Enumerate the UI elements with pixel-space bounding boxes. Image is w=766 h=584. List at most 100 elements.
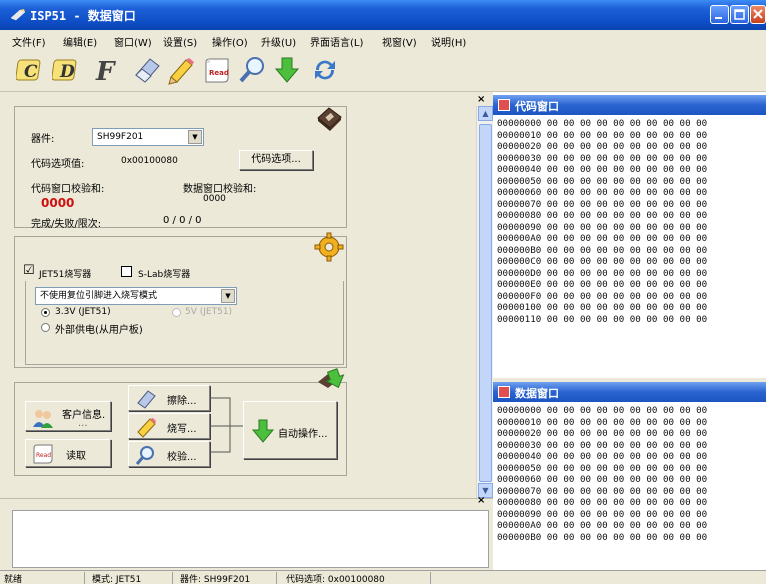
menu-operation[interactable]: 操作(O) [212,34,248,49]
menu-file[interactable]: 文件(F) [12,34,46,49]
svg-text:Read: Read [209,69,229,77]
slab-label: S-Lab烧写器 [138,270,191,280]
hex-row: 00000100 00 00 00 00 00 00 00 00 00 00 [497,302,708,313]
hex-row: 00000080 00 00 00 00 00 00 00 00 00 00 [497,497,708,508]
app-icon [10,9,26,21]
left-scrollbar[interactable]: ▲ ▼ [476,106,493,498]
read-button[interactable]: Read 读取 [25,439,111,467]
hex-row: 00000000 00 00 00 00 00 00 00 00 00 00 [497,118,708,129]
v5-label: 5V (JET51) [185,307,233,317]
eraser-icon[interactable] [132,55,162,85]
slab-checkbox[interactable] [121,266,132,277]
download-icon[interactable] [272,55,302,85]
program-button[interactable]: 烧写... [128,413,210,439]
hex-row: 00000090 00 00 00 00 00 00 00 00 00 00 [497,508,708,520]
hex-row: 000000E0 00 00 00 00 00 00 00 00 00 00 [497,279,708,290]
hex-row: 00000040 00 00 00 00 00 00 00 00 00 00 [497,451,708,462]
status-device: 器件: SH99F201 [180,575,251,584]
verify-icon[interactable] [238,55,268,85]
control-pane: × 器件: SH99F201 ▼ 代码选项值: 0x00100080 代码选项.… [0,92,493,570]
v33-label: 3.3V (JET51) [55,307,111,317]
customer-info-button[interactable]: 客户信息. ... [25,401,111,431]
erase-button[interactable]: 擦除... [128,385,210,411]
status-divider [276,572,277,584]
minimize-icon [715,17,722,19]
mode-select[interactable]: 不使用复位引脚进入烧写模式 ▼ [35,287,237,305]
hex-row: 00000000 00 00 00 00 00 00 00 00 00 00 [497,405,708,416]
jet51-checkbox[interactable]: ☑ [23,264,35,277]
window-icon [498,99,510,111]
hex-row: 00000070 00 00 00 00 00 00 00 00 00 00 [497,198,708,210]
hex-row: 000000D0 00 00 00 00 00 00 00 00 00 00 [497,267,708,279]
window-title: ISP51 - 数据窗口 [30,9,136,23]
c-icon[interactable]: C [16,55,46,85]
close-button[interactable] [750,5,766,24]
code-window: 代码窗口 00000000 00 00 00 00 00 00 00 00 00… [493,95,766,378]
hex-row: 00000050 00 00 00 00 00 00 00 00 00 00 [497,462,708,474]
output-close-icon[interactable]: × [477,495,485,506]
connector-lines [210,397,246,453]
d-icon[interactable]: D [52,55,82,85]
v5-radio[interactable] [172,308,181,317]
output-area[interactable] [12,510,489,568]
verify-icon [135,446,154,465]
ext-power-radio[interactable] [41,323,50,332]
data-hex-view[interactable]: 00000000 00 00 00 00 00 00 00 00 00 00 00… [497,405,707,543]
gear-icon [314,232,344,262]
action-panel: 客户信息. ... Read 读取 擦除... 烧写... 校验... 自动操作… [14,382,347,476]
read-icon[interactable]: Read [202,55,232,85]
hex-row: 00000060 00 00 00 00 00 00 00 00 00 00 [497,187,708,198]
code-options-button[interactable]: 代码选项... [239,150,313,170]
menu-settings[interactable]: 设置(S) [163,34,197,49]
device-label: 器件: [31,134,55,145]
hex-row: 000000B0 00 00 00 00 00 00 00 00 00 00 [497,531,708,543]
pencil-icon [137,418,156,438]
menu-language[interactable]: 界面语言(L) [310,34,363,49]
close-icon [753,9,763,19]
auto-operation-button[interactable]: 自动操作... [243,401,337,459]
maximize-button[interactable] [730,5,749,24]
data-checksum-value: 0000 [203,194,226,204]
code-window-header: 代码窗口 [493,95,766,115]
auto-operation-label: 自动操作... [278,429,328,440]
device-panel: 器件: SH99F201 ▼ 代码选项值: 0x00100080 代码选项...… [14,106,347,230]
menu-help[interactable]: 说明(H) [431,34,466,49]
status-ready: 就绪 [4,575,23,584]
hex-row: 00000050 00 00 00 00 00 00 00 00 00 00 [497,175,708,187]
menu-window[interactable]: 窗口(W) [114,34,152,49]
pane-close-icon[interactable]: × [477,94,485,105]
hex-row: 00000040 00 00 00 00 00 00 00 00 00 00 [497,164,708,175]
scroll-thumb[interactable] [479,124,492,482]
code-checksum-label: 代码窗口校验和: [31,184,105,195]
hex-row: 000000A0 00 00 00 00 00 00 00 00 00 00 [497,233,708,244]
minimize-button[interactable] [710,5,729,24]
code-checksum-value: 0000 [41,196,75,210]
menu-edit[interactable]: 编辑(E) [63,34,97,49]
data-window: 数据窗口 00000000 00 00 00 00 00 00 00 00 00… [493,382,766,570]
result-value: 0 / 0 / 0 [163,215,202,226]
output-splitter[interactable] [0,498,493,506]
status-code-option: 代码选项: 0x00100080 [286,575,385,584]
svg-text:C: C [24,62,38,82]
mode-select-value: 不使用复位引脚进入烧写模式 [40,291,158,301]
sync-icon[interactable] [310,55,340,85]
hex-row: 000000F0 00 00 00 00 00 00 00 00 00 00 [497,290,708,302]
code-hex-view[interactable]: 00000000 00 00 00 00 00 00 00 00 00 00 00… [497,118,707,325]
menu-bar: 文件(F) 编辑(E) 窗口(W) 设置(S) 操作(O) 升级(U) 界面语言… [0,30,766,50]
device-select[interactable]: SH99F201 ▼ [92,128,204,146]
verify-button[interactable]: 校验... [128,441,210,467]
svg-text:D: D [59,62,75,82]
pencil-icon[interactable] [166,55,196,85]
hex-row: 00000110 00 00 00 00 00 00 00 00 00 00 [497,313,708,325]
v33-radio[interactable] [41,308,50,317]
automation-icon [318,368,345,389]
erase-label: 擦除... [167,396,197,407]
program-label: 烧写... [167,424,197,435]
menu-view[interactable]: 视窗(V) [382,34,417,49]
window-icon [498,386,510,398]
scroll-up-icon[interactable]: ▲ [478,106,493,121]
f-icon[interactable]: F [92,55,122,85]
hex-row: 00000030 00 00 00 00 00 00 00 00 00 00 [497,439,708,451]
menu-upgrade[interactable]: 升级(U) [261,34,296,49]
read-icon: Read [33,444,53,464]
